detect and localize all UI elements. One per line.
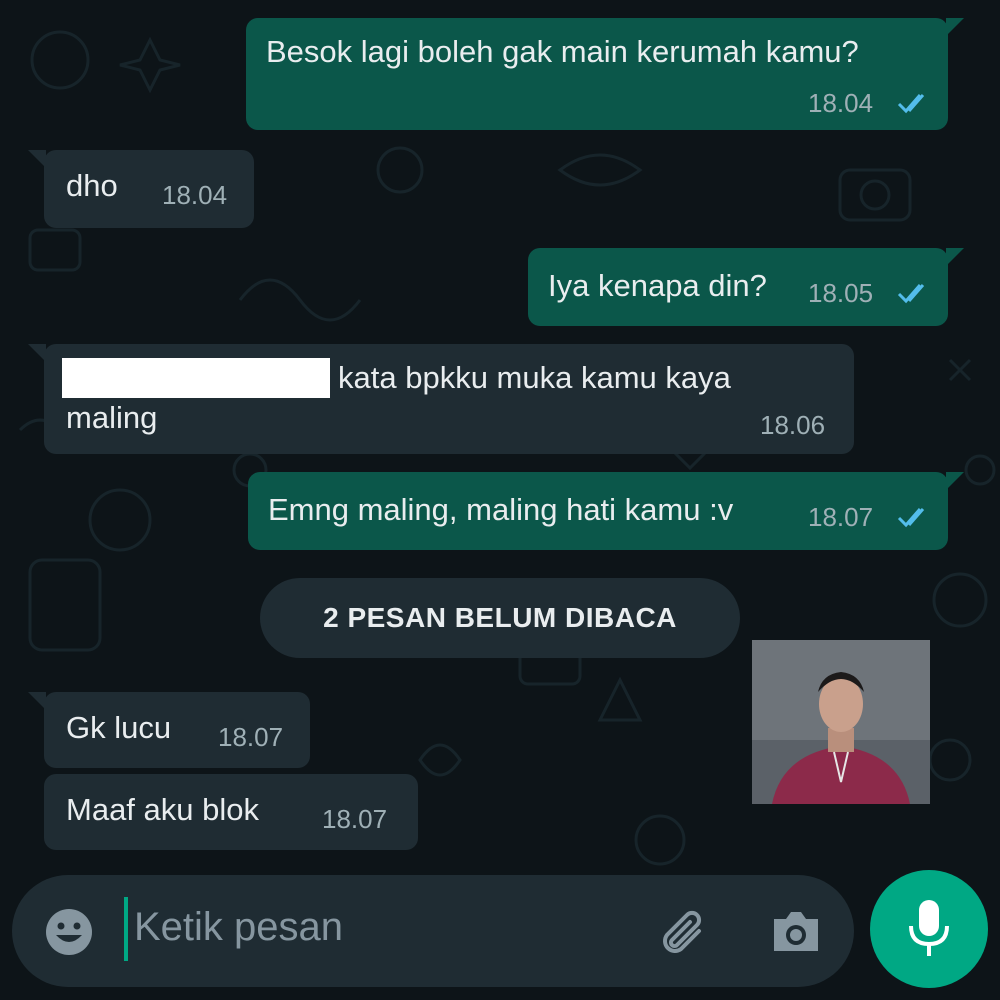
message-text: Iya kenapa din?: [548, 268, 767, 303]
message-time: 18.06: [760, 410, 826, 440]
message-text: Gk lucu: [66, 710, 172, 745]
message-bubble-incoming[interactable]: kata bpkku muka kamu kaya maling 18.06: [28, 344, 854, 454]
mic-button[interactable]: [870, 870, 988, 988]
message-time: 18.04: [162, 180, 228, 210]
message-text-line2: maling: [66, 400, 158, 435]
inset-photo: [752, 640, 930, 804]
message-bubble-outgoing[interactable]: Emng maling, maling hati kamu :v 18.07: [248, 472, 964, 550]
message-bubble-incoming[interactable]: Gk lucu 18.07: [28, 692, 310, 768]
message-text: Maaf aku blok: [66, 792, 259, 827]
message-bubble-outgoing[interactable]: Iya kenapa din? 18.05: [528, 248, 964, 326]
attach-icon[interactable]: [657, 905, 713, 961]
message-text: Besok lagi boleh gak main kerumah kamu?: [266, 34, 859, 69]
camera-icon[interactable]: [770, 907, 822, 955]
text-cursor: [124, 897, 128, 961]
message-time: 18.07: [218, 722, 284, 752]
mic-icon: [909, 900, 949, 956]
message-input[interactable]: Ketik pesan: [134, 905, 343, 950]
message-time: 18.04: [808, 88, 874, 118]
message-composer: Ketik pesan: [12, 875, 854, 987]
read-ticks-icon: [897, 508, 925, 528]
emoji-icon[interactable]: [44, 907, 94, 957]
message-text: Emng maling, maling hati kamu :v: [268, 492, 734, 527]
message-time: 18.07: [322, 804, 388, 834]
read-ticks-icon: [897, 284, 925, 304]
message-time: 18.07: [808, 502, 874, 532]
message-text: dho: [66, 168, 118, 203]
message-bubble-incoming[interactable]: dho 18.04: [28, 150, 254, 228]
message-bubble-incoming[interactable]: Maaf aku blok 18.07: [44, 774, 418, 850]
unread-messages-divider: 2 PESAN BELUM DIBACA: [260, 578, 740, 658]
redacted-block: [62, 358, 330, 398]
read-ticks-icon: [897, 94, 925, 114]
message-text-line1: kata bpkku muka kamu kaya: [338, 360, 731, 395]
message-time: 18.05: [808, 278, 874, 308]
message-bubble-outgoing[interactable]: Besok lagi boleh gak main kerumah kamu? …: [246, 18, 964, 130]
